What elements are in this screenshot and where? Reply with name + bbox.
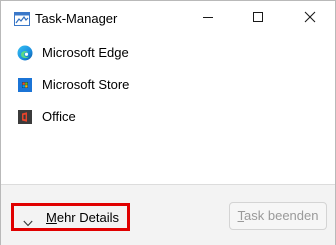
list-item-label: Microsoft Edge — [42, 45, 129, 60]
edge-icon — [17, 45, 33, 61]
title-bar[interactable]: Task-Manager — [1, 1, 335, 37]
list-item-label: Microsoft Store — [42, 77, 130, 92]
maximize-icon — [252, 10, 264, 28]
store-icon — [17, 77, 33, 93]
minimize-icon — [202, 10, 214, 28]
window-title: Task-Manager — [35, 11, 118, 26]
more-details-label-rest: ehr Details — [56, 210, 119, 225]
more-details-button[interactable]: Mehr Details — [11, 203, 130, 231]
chevron-down-icon — [23, 214, 33, 227]
office-icon — [17, 109, 33, 125]
close-icon — [304, 10, 316, 28]
footer-bar: Mehr Details Task beenden — [1, 184, 335, 245]
app-list: Microsoft Edge Microsoft Store Office — [1, 37, 335, 133]
task-manager-window: Task-Manager Microsoft Edge Microsoft St… — [0, 0, 336, 245]
list-item-edge[interactable]: Microsoft Edge — [1, 37, 335, 69]
list-item-label: Office — [42, 109, 76, 124]
list-item-office[interactable]: Office — [1, 101, 335, 133]
more-details-label: Mehr Details — [46, 210, 119, 226]
end-task-button[interactable]: Task beenden — [229, 202, 327, 230]
more-details-mnemonic: M — [46, 210, 57, 225]
minimize-button[interactable] — [185, 1, 231, 37]
end-task-label-rest: ask beenden — [244, 208, 319, 223]
close-button[interactable] — [287, 1, 333, 37]
maximize-button[interactable] — [235, 1, 281, 37]
task-manager-icon — [14, 12, 30, 26]
list-item-store[interactable]: Microsoft Store — [1, 69, 335, 101]
